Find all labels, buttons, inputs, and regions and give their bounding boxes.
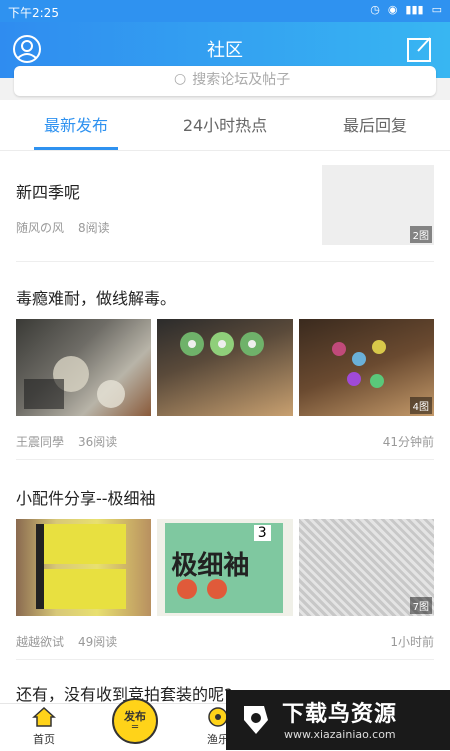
battery-icon: ▭	[431, 3, 442, 16]
tab-underline	[34, 147, 118, 150]
post-image[interactable]	[157, 319, 293, 416]
post-meta: 随风の风 8阅读	[16, 219, 110, 236]
post-title: 小配件分享--极细袖	[16, 489, 156, 508]
post-title: 新四季呢	[16, 183, 81, 202]
signal-icon: ▮▮▮	[405, 3, 424, 16]
package-number: 3	[253, 525, 271, 541]
watermark-url: www.xiazainiao.com	[284, 728, 396, 741]
search-icon: ○	[174, 71, 187, 87]
search-strip: ○ 搜索论坛及帖子	[0, 66, 450, 100]
tab-last-reply[interactable]: 最后回复	[325, 100, 425, 150]
post-title: 毒瘾难耐，做线解毒。	[16, 289, 177, 308]
post-image[interactable]	[16, 319, 152, 416]
image-count-badge: 7图	[409, 597, 432, 614]
post-reads: 49阅读	[78, 635, 118, 649]
post-images[interactable]: 极细袖 3 7图	[16, 519, 434, 616]
post-item[interactable]: 毒瘾难耐，做线解毒。 4图 王震同學 36阅读 41分钟前	[16, 273, 434, 458]
post-thumbnail[interactable]: 2图	[322, 165, 434, 245]
post-item[interactable]: 新四季呢 随风の风 8阅读 2图	[16, 165, 434, 261]
image-count-badge: 2图	[409, 226, 432, 243]
post-image[interactable]	[16, 519, 152, 616]
tab-label: 24小时热点	[182, 116, 268, 135]
post-time: 41分钟前	[382, 435, 434, 449]
post-image[interactable]: 7图	[298, 519, 434, 616]
search-placeholder: 搜索论坛及帖子	[192, 72, 291, 88]
alarm-icon: ◷	[370, 3, 380, 16]
post-time: 1小时前	[390, 635, 434, 649]
post-author: 随风の风	[16, 221, 65, 235]
status-bar: 下午2:25 ◷ ◉ ▮▮▮ ▭	[0, 0, 450, 22]
bird-logo-icon	[244, 706, 268, 734]
wifi-icon: ◉	[387, 3, 398, 16]
post-images[interactable]: 4图	[16, 319, 434, 416]
spools-picture	[24, 356, 125, 409]
tab-label: 最后回复	[342, 116, 407, 135]
nav-home-label: 首页	[33, 733, 55, 746]
tab-24h-hot[interactable]: 24小时热点	[170, 100, 280, 150]
post-meta: 越越欲试 49阅读	[16, 633, 117, 650]
post-author: 越越欲试	[16, 635, 65, 649]
watermark-logo: 下载鸟资源 www.xiazainiao.com	[226, 690, 450, 750]
publish-icon: ═	[131, 722, 139, 733]
divider	[16, 261, 434, 262]
search-input[interactable]: ○ 搜索论坛及帖子	[14, 66, 436, 96]
post-item[interactable]: 小配件分享--极细袖 极细袖 3 7图 越越欲试 49阅读 1小时前	[16, 473, 434, 658]
compose-icon[interactable]	[406, 35, 434, 63]
page-title: 社区	[207, 40, 243, 61]
divider	[16, 459, 434, 460]
feed-tabs: 最新发布 24小时热点 最后回复	[0, 100, 450, 151]
post-author: 王震同學	[16, 435, 65, 449]
post-image[interactable]: 4图	[298, 319, 434, 416]
home-icon	[32, 706, 56, 727]
image-count-badge: 4图	[409, 397, 432, 414]
packaged-sleeves-picture	[36, 524, 126, 609]
tab-label: 最新发布	[43, 116, 108, 135]
watermark-title: 下载鸟资源	[282, 702, 398, 727]
tab-latest[interactable]: 最新发布	[26, 100, 126, 150]
status-time: 下午2:25	[8, 6, 59, 20]
spools-picture	[180, 332, 265, 356]
status-icons: ◷ ◉ ▮▮▮ ▭	[370, 3, 442, 16]
post-reads: 36阅读	[78, 435, 118, 449]
nav-home[interactable]: 首页	[14, 706, 74, 747]
package-big-text: 极细袖	[171, 551, 250, 581]
divider	[16, 659, 434, 660]
post-meta: 王震同學 36阅读	[16, 433, 117, 450]
post-reads: 8阅读	[78, 221, 110, 235]
publish-button[interactable]: 发布 ═	[112, 698, 158, 744]
post-feed[interactable]: 新四季呢 随风の风 8阅读 2图 毒瘾难耐，做线解毒。 4图 王震同學 36阅读 4…	[0, 151, 450, 703]
post-image[interactable]: 极细袖 3	[157, 519, 293, 616]
